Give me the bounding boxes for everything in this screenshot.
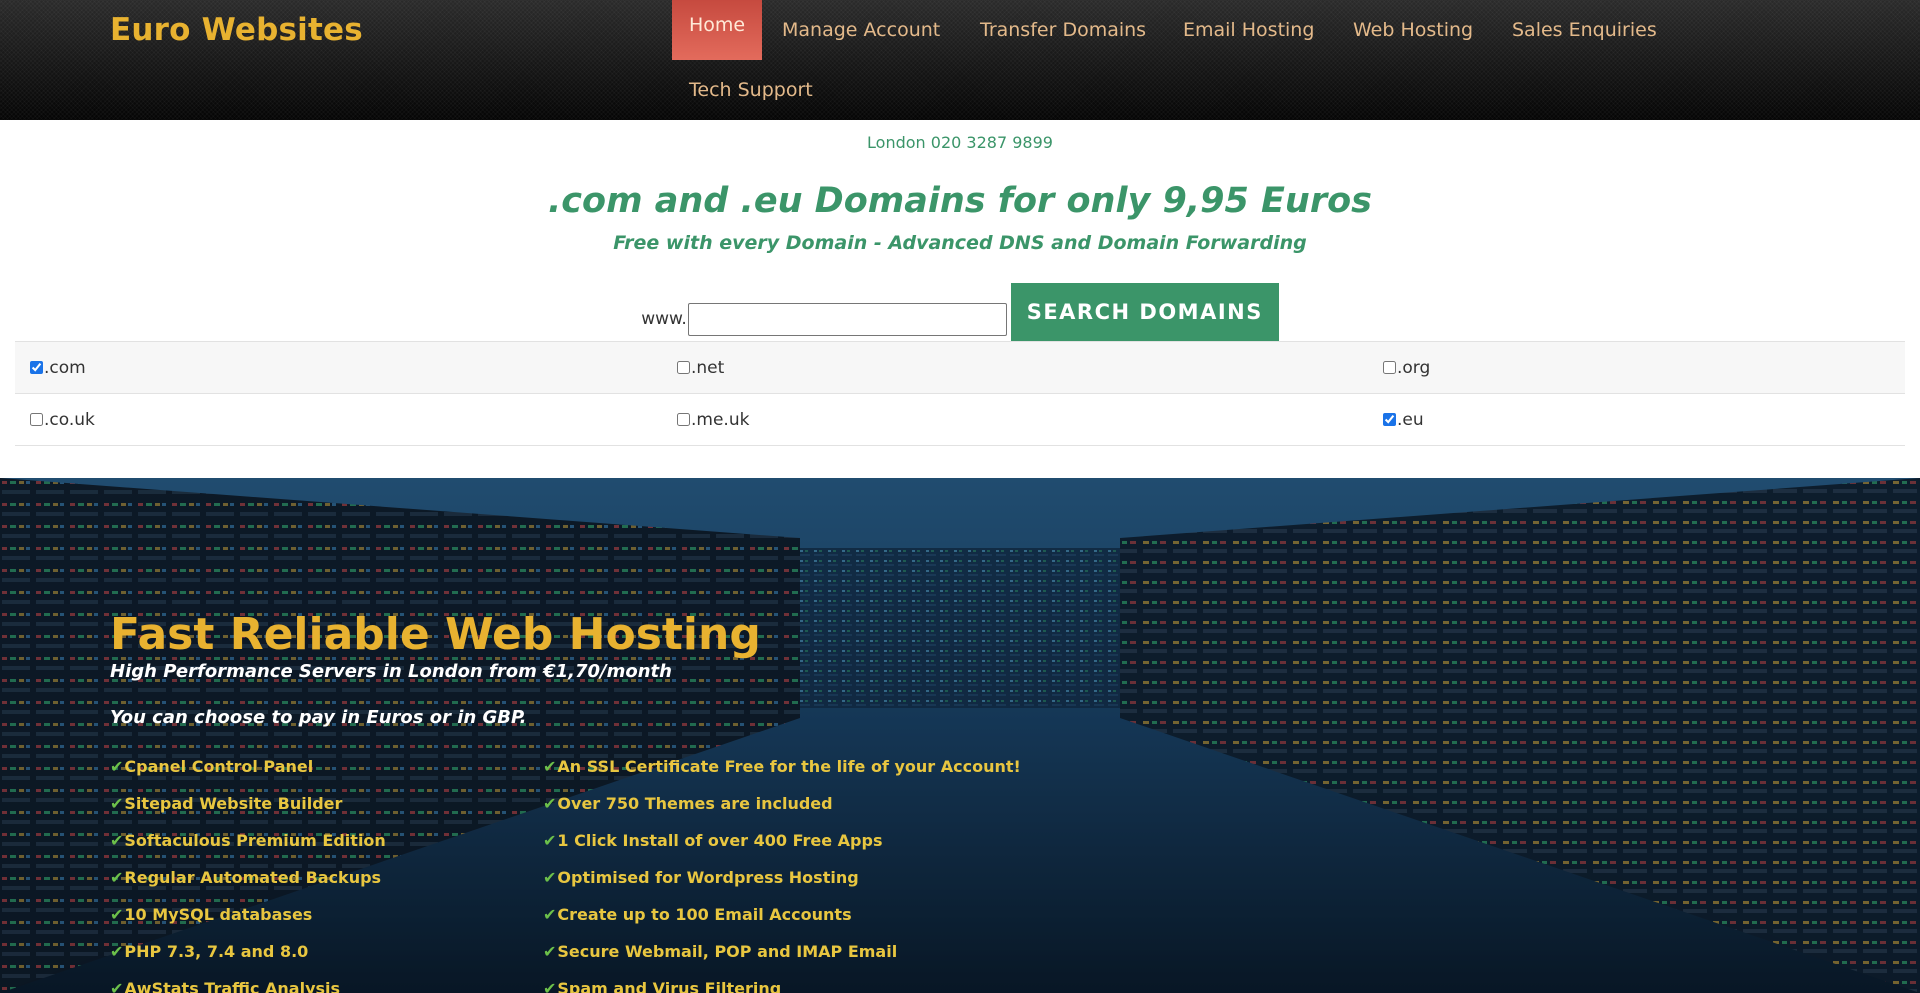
check-icon: ✔	[543, 942, 557, 961]
list-item: ✔ 1 Click Install of over 400 Free Apps	[543, 822, 1021, 859]
tld-option-net[interactable]: .net	[662, 342, 1368, 393]
tld-option-me-uk[interactable]: .me.uk	[662, 394, 1368, 445]
tld-checkbox-org[interactable]	[1383, 361, 1396, 374]
list-item: ✔ An SSL Certificate Free for the life of…	[543, 748, 1021, 785]
feature-label: PHP 7.3, 7.4 and 8.0	[124, 942, 309, 961]
check-icon: ✔	[543, 979, 557, 993]
feature-label: 10 MySQL databases	[124, 905, 313, 924]
feature-label: Regular Automated Backups	[124, 868, 382, 887]
tld-label: .co.uk	[44, 409, 95, 430]
tld-label: .org	[1397, 357, 1431, 378]
check-icon: ✔	[110, 905, 124, 924]
tld-checkbox-com[interactable]	[30, 361, 43, 374]
list-item: ✔ Sitepad Website Builder	[110, 785, 386, 822]
list-item: ✔ Secure Webmail, POP and IMAP Email	[543, 933, 1021, 970]
feature-label: Over 750 Themes are included	[557, 794, 833, 813]
check-icon: ✔	[110, 831, 124, 850]
feature-label: AwStats Traffic Analysis	[124, 979, 341, 993]
features-list-right: ✔ An SSL Certificate Free for the life of…	[543, 748, 1021, 993]
list-item: ✔ Optimised for Wordpress Hosting	[543, 859, 1021, 896]
feature-label: Create up to 100 Email Accounts	[557, 905, 852, 924]
tld-option-org[interactable]: .org	[1368, 342, 1905, 393]
feature-label: Secure Webmail, POP and IMAP Email	[557, 942, 898, 961]
check-icon: ✔	[543, 831, 557, 850]
check-icon: ✔	[110, 868, 124, 887]
tld-checkbox-co-uk[interactable]	[30, 413, 43, 426]
check-icon: ✔	[543, 794, 557, 813]
hosting-title: Fast Reliable Web Hosting	[110, 609, 761, 660]
check-icon: ✔	[110, 757, 124, 776]
tld-row: .co.uk .me.uk .eu	[15, 394, 1905, 446]
tld-checkbox-eu[interactable]	[1383, 413, 1396, 426]
list-item: ✔ Spam and Virus Filtering	[543, 970, 1021, 993]
tld-label: .com	[44, 357, 86, 378]
list-item: ✔ 10 MySQL databases	[110, 896, 386, 933]
domain-search-form: www. Search Domains	[0, 283, 1920, 341]
nav-email-hosting[interactable]: Email Hosting	[1166, 5, 1331, 55]
list-item: ✔ PHP 7.3, 7.4 and 8.0	[110, 933, 386, 970]
tld-option-com[interactable]: .com	[15, 342, 662, 393]
feature-label: Sitepad Website Builder	[124, 794, 343, 813]
nav-transfer-domains[interactable]: Transfer Domains	[963, 5, 1163, 55]
feature-label: Softaculous Premium Edition	[124, 831, 386, 850]
tld-checkbox-me-uk[interactable]	[677, 413, 690, 426]
tld-option-eu[interactable]: .eu	[1368, 394, 1905, 445]
list-item: ✔ Softaculous Premium Edition	[110, 822, 386, 859]
tld-row: .com .net .org	[15, 342, 1905, 394]
check-icon: ✔	[543, 905, 557, 924]
domain-search-input[interactable]	[687, 302, 1007, 336]
nav-sales-enquiries[interactable]: Sales Enquiries	[1495, 5, 1674, 55]
nav-web-hosting[interactable]: Web Hosting	[1336, 5, 1490, 55]
feature-label: Optimised for Wordpress Hosting	[557, 868, 859, 887]
feature-label: Spam and Virus Filtering	[557, 979, 782, 993]
feature-label: 1 Click Install of over 400 Free Apps	[557, 831, 883, 850]
site-logo[interactable]: Euro Websites	[110, 10, 363, 50]
search-domains-button[interactable]: Search Domains	[1010, 283, 1279, 341]
site-header: Euro Websites Home Manage Account Transf…	[0, 0, 1920, 120]
check-icon: ✔	[110, 979, 124, 993]
tld-label: .eu	[1397, 409, 1424, 430]
hosting-hero: Fast Reliable Web Hosting High Performan…	[0, 478, 1920, 993]
nav-tech-support[interactable]: Tech Support	[672, 65, 830, 115]
list-item: ✔ Cpanel Control Panel	[110, 748, 386, 785]
check-icon: ✔	[543, 757, 557, 776]
tld-options-table: .com .net .org .co.uk .me.uk .eu	[15, 341, 1905, 446]
check-icon: ✔	[543, 868, 557, 887]
list-item: ✔ AwStats Traffic Analysis	[110, 970, 386, 993]
list-item: ✔ Create up to 100 Email Accounts	[543, 896, 1021, 933]
nav-home[interactable]: Home	[672, 0, 763, 60]
feature-label: An SSL Certificate Free for the life of …	[557, 757, 1021, 776]
domain-headline: .com and .eu Domains for only 9,95 Euros	[548, 181, 1372, 221]
domain-subhead: Free with every Domain - Advanced DNS an…	[613, 232, 1307, 254]
tld-option-co-uk[interactable]: .co.uk	[15, 394, 662, 445]
check-icon: ✔	[110, 794, 124, 813]
tld-label: .me.uk	[691, 409, 750, 430]
list-item: ✔ Regular Automated Backups	[110, 859, 386, 896]
www-label: www.	[641, 309, 687, 329]
feature-label: Cpanel Control Panel	[124, 757, 314, 776]
features-list-left: ✔ Cpanel Control Panel ✔ Sitepad Website B…	[110, 748, 386, 993]
tld-label: .net	[691, 357, 725, 378]
tld-checkbox-net[interactable]	[677, 361, 690, 374]
list-item: ✔ Over 750 Themes are included	[543, 785, 1021, 822]
check-icon: ✔	[110, 942, 124, 961]
nav-manage-account[interactable]: Manage Account	[765, 5, 957, 55]
hosting-subtitle: High Performance Servers in London from …	[110, 661, 672, 682]
phone-number: London 020 3287 9899	[867, 133, 1053, 152]
hosting-pay-note: You can choose to pay in Euros or in GBP…	[110, 707, 527, 728]
